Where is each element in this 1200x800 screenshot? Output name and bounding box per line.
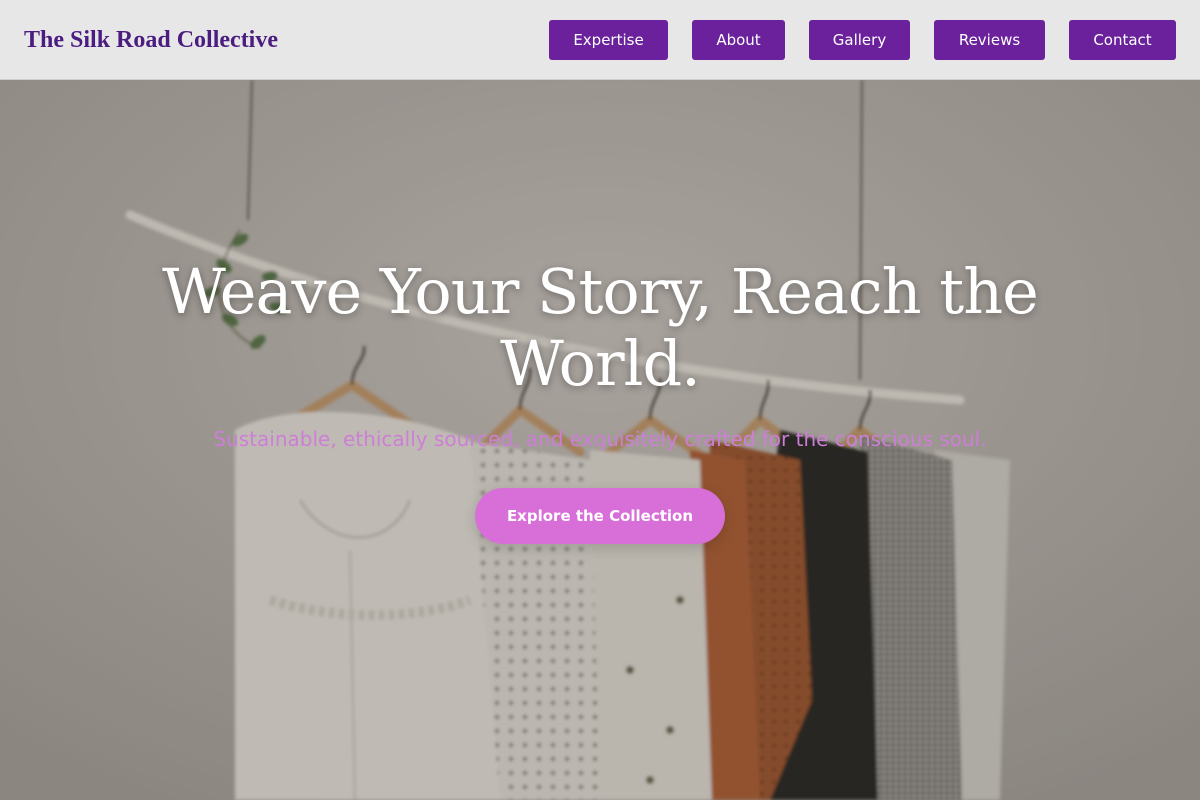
hero-section: Weave Your Story, Reach the World. Susta… — [0, 80, 1200, 800]
hero-headline: Weave Your Story, Reach the World. — [162, 255, 1039, 400]
hero-subtitle: Sustainable, ethically sourced, and exqu… — [213, 427, 987, 451]
nav-button-gallery[interactable]: Gallery — [809, 20, 910, 60]
nav-button-reviews[interactable]: Reviews — [934, 20, 1045, 60]
nav-button-about[interactable]: About — [692, 20, 785, 60]
nav-button-contact[interactable]: Contact — [1069, 20, 1176, 60]
brand-logo-text[interactable]: The Silk Road Collective — [24, 24, 278, 56]
nav-button-expertise[interactable]: Expertise — [549, 20, 668, 60]
hero-content: Weave Your Story, Reach the World. Susta… — [0, 80, 1200, 800]
site-header: The Silk Road Collective Expertise About… — [0, 0, 1200, 80]
explore-collection-button[interactable]: Explore the Collection — [475, 488, 725, 544]
